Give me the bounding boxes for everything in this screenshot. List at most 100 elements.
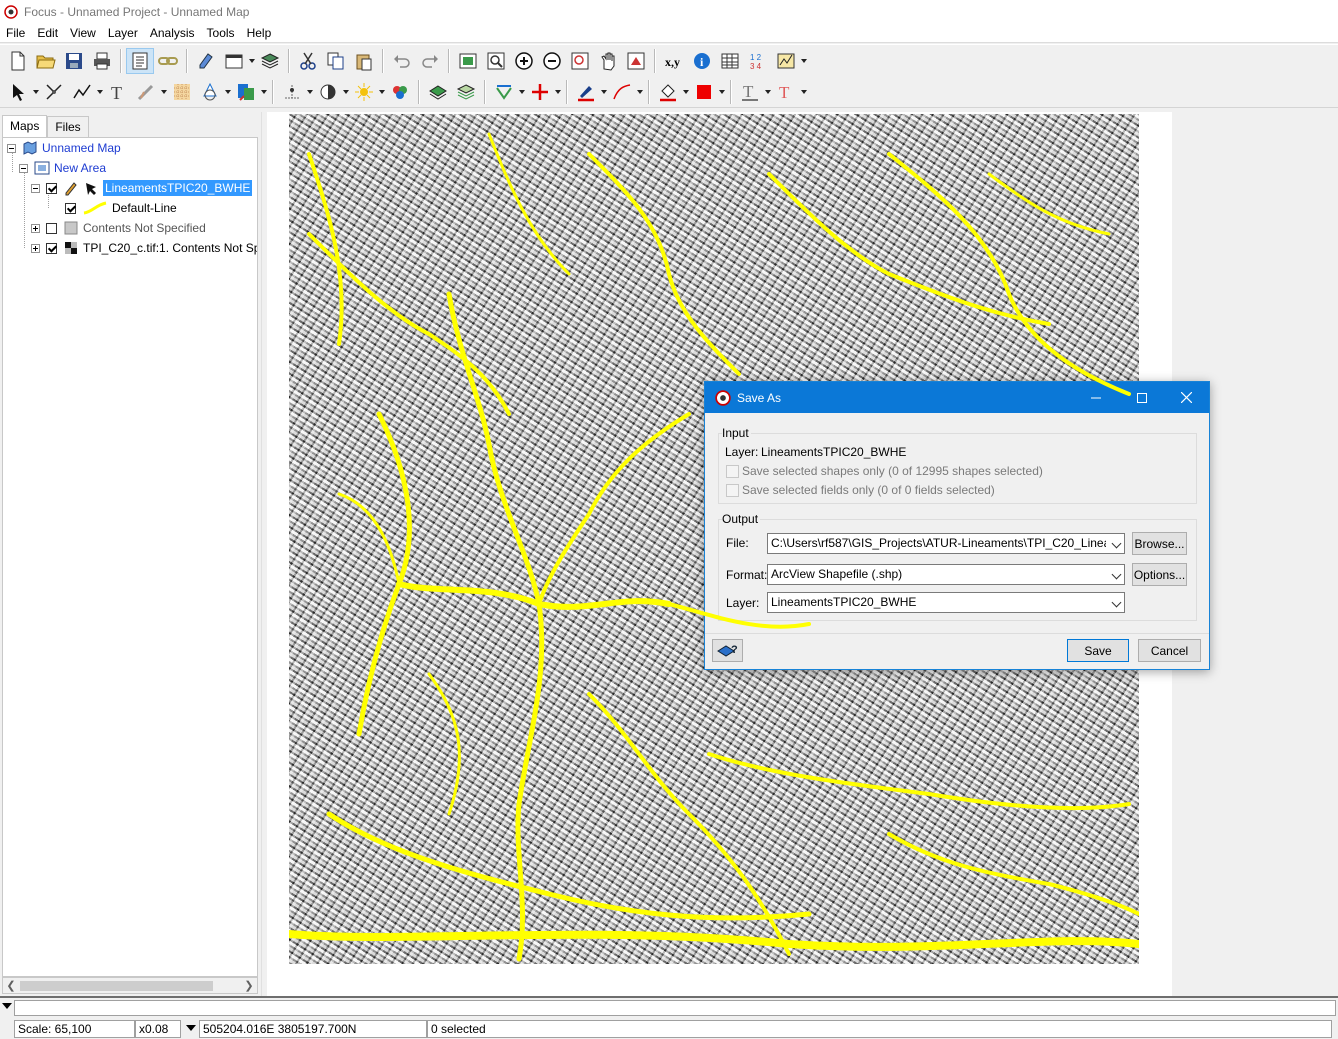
layer-visibility-checkbox[interactable] bbox=[46, 242, 57, 254]
layers-button[interactable] bbox=[256, 48, 284, 74]
symbol-button[interactable] bbox=[490, 79, 518, 105]
command-input[interactable] bbox=[14, 1000, 1336, 1016]
options-button[interactable]: Options... bbox=[1132, 563, 1187, 586]
tree-node-area[interactable]: New Area bbox=[19, 158, 106, 178]
line-color-dropdown[interactable] bbox=[600, 79, 608, 105]
tab-files[interactable]: Files bbox=[47, 116, 89, 138]
zoom-extent-button[interactable] bbox=[454, 48, 482, 74]
menu-file[interactable]: File bbox=[0, 26, 31, 40]
zoom-dropdown-icon[interactable] bbox=[186, 1025, 196, 1031]
menu-edit[interactable]: Edit bbox=[31, 26, 64, 40]
scroll-thumb[interactable] bbox=[20, 981, 213, 991]
copy-button[interactable] bbox=[322, 48, 350, 74]
open-button[interactable] bbox=[32, 48, 60, 74]
point-symbol-dropdown[interactable] bbox=[554, 79, 562, 105]
fill-bucket-button[interactable] bbox=[654, 79, 682, 105]
symbol-visibility-checkbox[interactable] bbox=[65, 202, 76, 214]
zoom-in-button[interactable] bbox=[510, 48, 538, 74]
sun-dropdown[interactable] bbox=[378, 79, 386, 105]
chart-button[interactable] bbox=[772, 48, 800, 74]
statistics-button[interactable]: 1 23 4 bbox=[744, 48, 772, 74]
browse-button[interactable]: Browse... bbox=[1132, 532, 1187, 555]
menu-layer[interactable]: Layer bbox=[102, 26, 144, 40]
close-button[interactable] bbox=[1163, 382, 1209, 413]
tree-node-map[interactable]: Unnamed Map bbox=[7, 138, 121, 158]
expand-toggle[interactable] bbox=[31, 223, 40, 233]
paste-button[interactable] bbox=[350, 48, 378, 74]
select-arrow-button[interactable] bbox=[4, 79, 32, 105]
collapse-toggle[interactable] bbox=[19, 163, 28, 173]
info-button[interactable]: i bbox=[688, 48, 716, 74]
layer-visibility-checkbox[interactable] bbox=[46, 182, 57, 194]
pan-button[interactable] bbox=[594, 48, 622, 74]
new-file-button[interactable] bbox=[4, 48, 32, 74]
caret-down-icon[interactable] bbox=[2, 1003, 12, 1009]
menu-tools[interactable]: Tools bbox=[201, 26, 241, 40]
undo-button[interactable] bbox=[388, 48, 416, 74]
line-color-button[interactable] bbox=[572, 79, 600, 105]
zoom-window-button[interactable] bbox=[482, 48, 510, 74]
select-dropdown[interactable] bbox=[32, 79, 40, 105]
text-color-dropdown[interactable] bbox=[800, 79, 808, 105]
grid-button[interactable] bbox=[168, 79, 196, 105]
chart-dropdown[interactable] bbox=[800, 48, 808, 74]
tree-horizontal-scrollbar[interactable]: ❮ ❯ bbox=[2, 977, 258, 994]
collapse-toggle[interactable] bbox=[7, 143, 16, 153]
redo-button[interactable] bbox=[416, 48, 444, 74]
point-tool-button[interactable] bbox=[278, 79, 306, 105]
layer-visibility-checkbox[interactable] bbox=[46, 222, 57, 234]
tree-node-default-line[interactable]: Default-Line bbox=[65, 198, 177, 218]
text-button[interactable]: T bbox=[104, 79, 132, 105]
window-dropdown[interactable] bbox=[248, 48, 256, 74]
line-style-button[interactable] bbox=[608, 79, 636, 105]
tpi-raster-map[interactable] bbox=[289, 114, 1139, 964]
shade-button[interactable] bbox=[314, 79, 342, 105]
layer-stack-button[interactable] bbox=[452, 79, 480, 105]
tree-node-layer-lineaments[interactable]: LineamentsTPIC20_BWHE bbox=[31, 178, 253, 198]
layer-green-button[interactable] bbox=[424, 79, 452, 105]
sun-button[interactable] bbox=[350, 79, 378, 105]
point-tool-dropdown[interactable] bbox=[306, 79, 314, 105]
menu-analysis[interactable]: Analysis bbox=[144, 26, 201, 40]
table-button[interactable] bbox=[716, 48, 744, 74]
fill-swatch-button[interactable] bbox=[690, 79, 718, 105]
tab-maps[interactable]: Maps bbox=[2, 115, 48, 138]
buffer-button[interactable] bbox=[196, 79, 224, 105]
tree-node-contents[interactable]: Contents Not Specified bbox=[31, 218, 206, 238]
menu-help[interactable]: Help bbox=[241, 26, 278, 40]
print-button[interactable] bbox=[88, 48, 116, 74]
edit-layer-button[interactable] bbox=[192, 48, 220, 74]
collapse-toggle[interactable] bbox=[31, 183, 40, 193]
measure-button[interactable] bbox=[132, 79, 160, 105]
map-view[interactable] bbox=[267, 112, 1172, 996]
fill-swatch-dropdown[interactable] bbox=[718, 79, 726, 105]
draw-line-button[interactable] bbox=[68, 79, 96, 105]
xy-button[interactable]: x,y bbox=[660, 48, 688, 74]
symbol-dropdown[interactable] bbox=[518, 79, 526, 105]
measure-dropdown[interactable] bbox=[160, 79, 168, 105]
save-button[interactable] bbox=[60, 48, 88, 74]
cancel-button[interactable]: Cancel bbox=[1138, 639, 1201, 662]
shade-dropdown[interactable] bbox=[342, 79, 350, 105]
fill-color-button[interactable] bbox=[232, 79, 260, 105]
buffer-dropdown[interactable] bbox=[224, 79, 232, 105]
draw-line-dropdown[interactable] bbox=[96, 79, 104, 105]
tree-node-raster[interactable]: TPI_C20_c.tif:1. Contents Not Sp bbox=[31, 238, 257, 258]
fill-color-dropdown[interactable] bbox=[260, 79, 268, 105]
cut-button[interactable] bbox=[294, 48, 322, 74]
previous-extent-button[interactable] bbox=[622, 48, 650, 74]
line-style-dropdown[interactable] bbox=[636, 79, 644, 105]
text-style-dropdown[interactable] bbox=[764, 79, 772, 105]
link-button[interactable] bbox=[154, 48, 182, 74]
zoom-out-button[interactable] bbox=[538, 48, 566, 74]
expand-toggle[interactable] bbox=[31, 243, 40, 253]
fill-bucket-dropdown[interactable] bbox=[682, 79, 690, 105]
window-button[interactable] bbox=[220, 48, 248, 74]
properties-button[interactable] bbox=[126, 47, 154, 74]
color-balls-button[interactable] bbox=[386, 79, 414, 105]
zoom-selected-button[interactable] bbox=[566, 48, 594, 74]
menu-view[interactable]: View bbox=[64, 26, 102, 40]
scroll-right-icon[interactable]: ❯ bbox=[242, 979, 256, 993]
point-symbol-button[interactable] bbox=[526, 79, 554, 105]
vertex-edit-button[interactable] bbox=[40, 79, 68, 105]
